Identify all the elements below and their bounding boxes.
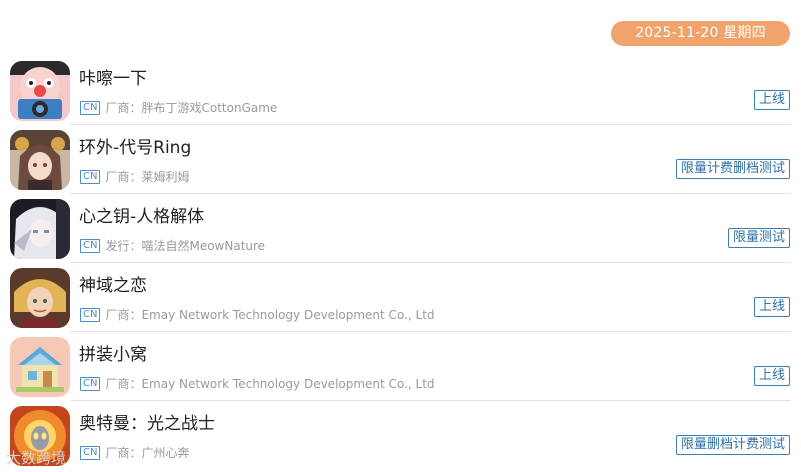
- region-tag: CN: [80, 169, 101, 184]
- game-title[interactable]: 环外-代号Ring: [79, 137, 191, 159]
- list-item[interactable]: 神域之恋 CN 厂商：Emay Network Technology Develo…: [0, 263, 801, 332]
- status-tag: 上线: [753, 297, 790, 317]
- company-text: 发行：喵法自然MeowNature: [105, 238, 266, 253]
- game-meta: CN 厂商：Emay Network Technology Development…: [80, 373, 435, 391]
- anime-girl-portrait-icon[interactable]: [10, 130, 70, 190]
- white-hair-character-icon[interactable]: [10, 199, 70, 259]
- game-title[interactable]: 神域之恋: [79, 275, 147, 297]
- game-title[interactable]: 拼装小窝: [79, 344, 147, 366]
- game-meta: CN 厂商：广州心奔: [80, 442, 190, 460]
- status-tag: 上线: [753, 90, 790, 110]
- status-tag: 上线: [753, 366, 790, 386]
- list-item[interactable]: 奥特曼：光之战士 CN 厂商：广州心奔 限量删档计费测试: [0, 401, 801, 470]
- region-tag: CN: [80, 307, 101, 322]
- game-meta: CN 厂商：Emay Network Technology Development…: [80, 304, 435, 322]
- game-meta: CN 发行：喵法自然MeowNature: [80, 235, 266, 253]
- region-tag: CN: [80, 238, 101, 253]
- list-item[interactable]: 咔嚓一下 CN 厂商：胖布丁游戏CottonGame 上线: [0, 56, 801, 125]
- game-title[interactable]: 咔嚓一下: [79, 68, 147, 90]
- golden-hair-prince-icon[interactable]: [10, 268, 70, 328]
- list-item[interactable]: 心之钥-人格解体 CN 发行：喵法自然MeowNature 限量测试: [0, 194, 801, 263]
- company-text: 厂商：胖布丁游戏CottonGame: [105, 100, 278, 115]
- region-tag: CN: [80, 445, 101, 460]
- cartoon-pig-camera-icon[interactable]: [10, 61, 70, 121]
- status-tag: 限量删档计费测试: [675, 435, 790, 455]
- game-meta: CN 厂商：莱姆利姆: [80, 166, 190, 184]
- company-text: 厂商：Emay Network Technology Development C…: [105, 307, 435, 322]
- game-list: 咔嚓一下 CN 厂商：胖布丁游戏CottonGame 上线 环外-代号Ring C…: [0, 56, 801, 470]
- status-tag: 限量测试: [727, 228, 790, 248]
- game-title[interactable]: 奥特曼：光之战士: [79, 413, 215, 435]
- company-text: 厂商：广州心奔: [105, 445, 190, 460]
- watermark-text: 大数跨境: [6, 449, 67, 467]
- list-item[interactable]: 环外-代号Ring CN 厂商：莱姆利姆 限量计费删档测试: [0, 125, 801, 194]
- status-tag: 限量计费删档测试: [675, 159, 790, 179]
- list-item[interactable]: 拼装小窝 CN 厂商：Emay Network Technology Develo…: [0, 332, 801, 401]
- game-title[interactable]: 心之钥-人格解体: [79, 206, 204, 228]
- company-text: 厂商：莱姆利姆: [105, 169, 190, 184]
- toy-house-icon[interactable]: [10, 337, 70, 397]
- region-tag: CN: [80, 100, 101, 115]
- game-meta: CN 厂商：胖布丁游戏CottonGame: [80, 97, 278, 115]
- company-text: 厂商：Emay Network Technology Development C…: [105, 376, 435, 391]
- date-badge: 2025-11-20 星期四: [611, 21, 790, 46]
- region-tag: CN: [80, 376, 101, 391]
